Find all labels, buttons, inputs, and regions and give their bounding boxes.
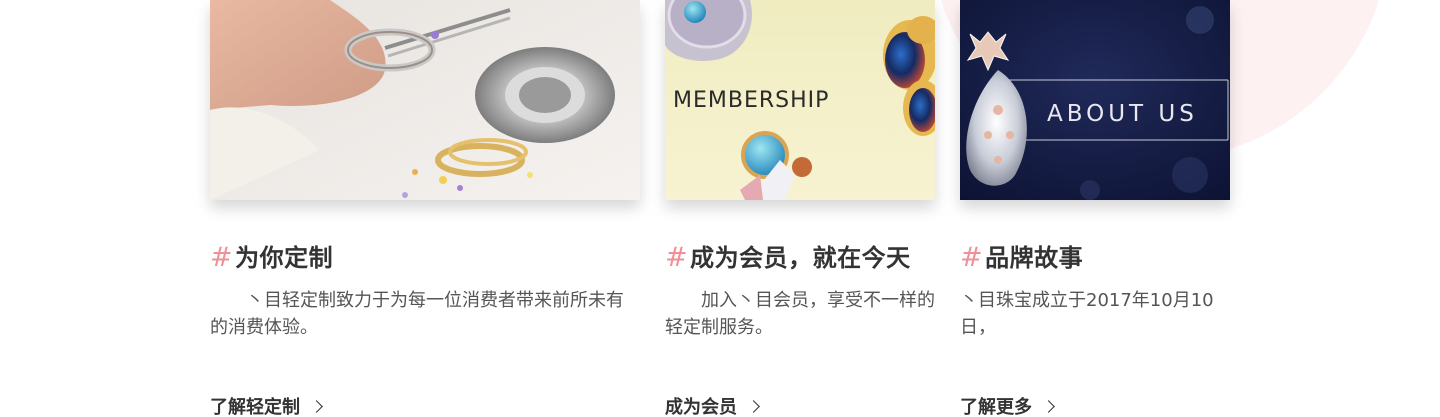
membership-image[interactable]: MEMBERSHIP [665, 0, 935, 200]
learn-more-link[interactable]: 了解更多 [960, 393, 1055, 417]
card-description: 丶目轻定制致力于为每一位消费者带来前所未有的消费体验。 [210, 290, 624, 338]
diamond-pendant-photo-icon: ABOUT US [960, 0, 1230, 200]
card-membership: MEMBERSHIP #成为会员，就在今天 加入丶目会员，享受不一样的轻定制服务… [665, 0, 935, 417]
become-member-link[interactable]: 成为会员 [665, 393, 760, 417]
link-label: 成为会员 [665, 397, 737, 417]
hash-mark: # [210, 242, 234, 273]
link-label: 了解轻定制 [210, 397, 300, 417]
card-title: #为你定制 [210, 238, 333, 273]
card-custom: #为你定制 丶目轻定制致力于为每一位消费者带来前所未有的消费体验。 了解轻定制 [210, 0, 640, 417]
membership-image-text: MEMBERSHIP [673, 88, 829, 113]
jewelry-crafting-image[interactable] [210, 0, 640, 200]
chevron-right-icon [747, 400, 760, 413]
chevron-right-icon [1042, 400, 1055, 413]
card-description: 加入丶目会员，享受不一样的轻定制服务。 [665, 290, 935, 338]
link-label: 了解更多 [960, 397, 1032, 417]
card-description: 丶目珠宝成立于2017年10月10日， [960, 290, 1214, 338]
hash-mark: # [960, 242, 984, 273]
jewelry-crafting-photo-icon [210, 0, 640, 200]
about-us-image[interactable]: ABOUT US [960, 0, 1230, 200]
card-brand-story: ABOUT US #品牌故事 丶目珠宝成立于2017年10月10日， 了解更多 [960, 0, 1230, 417]
card-title: #成为会员，就在今天 [665, 238, 911, 273]
hash-mark: # [665, 242, 689, 273]
about-us-image-text: ABOUT US [1047, 101, 1198, 127]
card-title-text: 品牌故事 [985, 244, 1084, 272]
gemstone-jewelry-photo-icon: MEMBERSHIP [665, 0, 935, 200]
chevron-right-icon [310, 400, 323, 413]
learn-custom-link[interactable]: 了解轻定制 [210, 393, 323, 417]
card-title: #品牌故事 [960, 238, 1083, 273]
card-title-text: 成为会员，就在今天 [690, 244, 911, 272]
card-title-text: 为你定制 [235, 244, 334, 272]
